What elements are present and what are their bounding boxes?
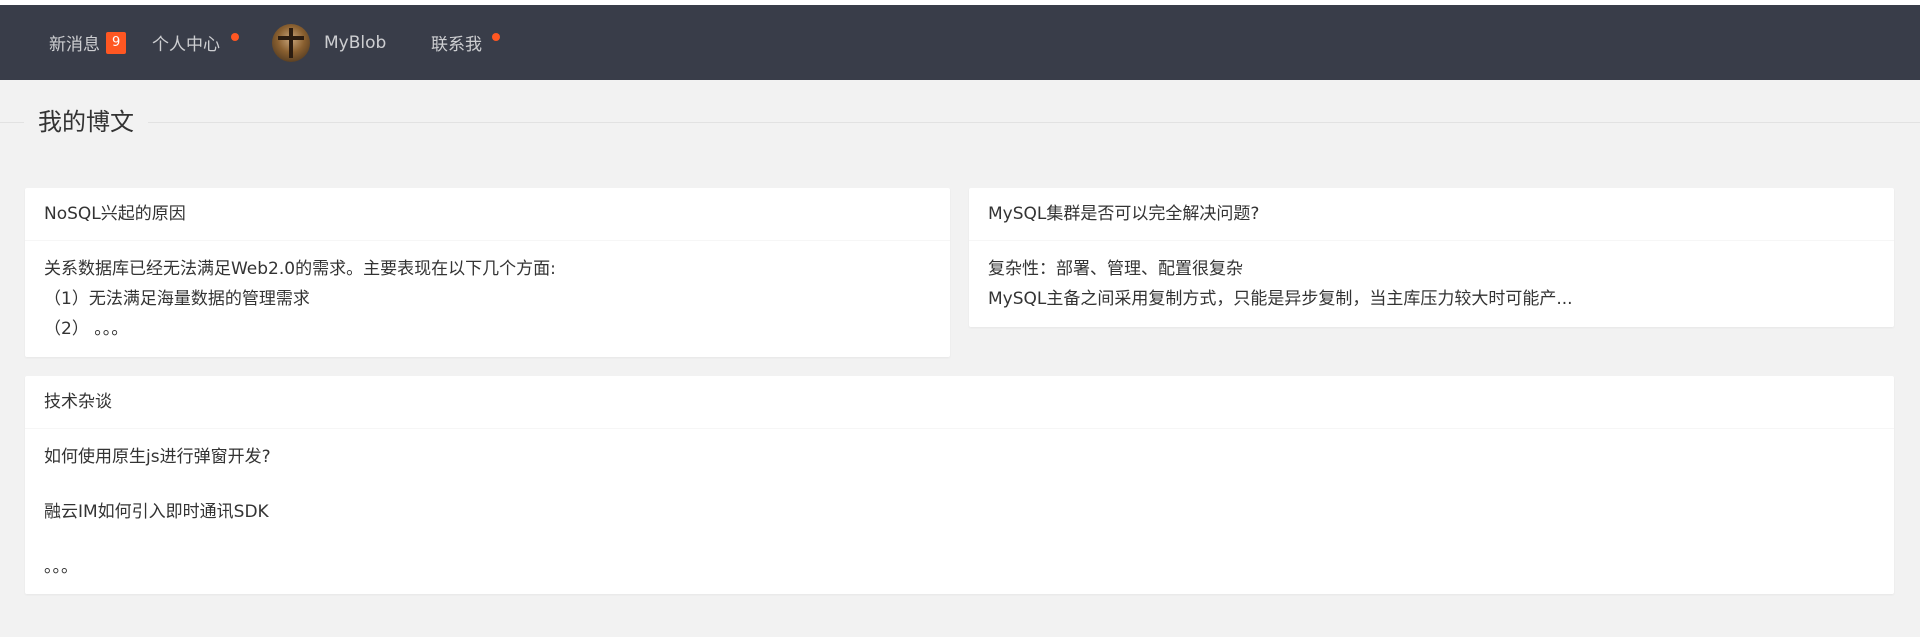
post-link[interactable]: 如何使用原生js进行弹窗开发? xyxy=(44,442,1875,472)
post-card-line: 复杂性：部署、管理、配置很复杂 xyxy=(988,259,1243,279)
section-header: 我的博文 xyxy=(0,103,1920,143)
post-card-mysql[interactable]: MySQL集群是否可以完全解决问题? 复杂性：部署、管理、配置很复杂 MySQL… xyxy=(969,188,1894,327)
nav-messages-label: 新消息 xyxy=(49,35,100,55)
contact-dot-icon xyxy=(492,33,500,41)
post-card-line: （1）无法满足海量数据的管理需求 xyxy=(44,289,310,309)
nav-myblob-label: MyBlob xyxy=(324,32,387,53)
post-card-nosql[interactable]: NoSQL兴起的原因 关系数据库已经无法满足Web2.0的需求。主要表现在以下几… xyxy=(25,188,950,357)
post-card-title[interactable]: NoSQL兴起的原因 xyxy=(25,188,950,241)
post-card-body: 如何使用原生js进行弹窗开发? 融云IM如何引入即时通讯SDK 。。。 xyxy=(25,429,1894,592)
nav-messages[interactable]: 新消息 9 xyxy=(49,5,127,80)
post-link[interactable]: 融云IM如何引入即时通讯SDK xyxy=(44,497,1875,527)
post-card-body: 复杂性：部署、管理、配置很复杂 MySQL主备之间采用复制方式，只能是异步复制，… xyxy=(969,241,1894,324)
personal-center-dot-icon xyxy=(231,33,239,41)
post-card-line: 关系数据库已经无法满足Web2.0的需求。主要表现在以下几个方面: xyxy=(44,259,556,279)
nav-personal-center[interactable]: 个人中心 xyxy=(152,5,220,80)
avatar xyxy=(272,23,310,62)
post-card-line: MySQL主备之间采用复制方式，只能是异步复制，当主库压力较大时可能产... xyxy=(988,289,1573,309)
post-card-title[interactable]: 技术杂谈 xyxy=(25,376,1894,429)
nav-contact-label: 联系我 xyxy=(431,35,482,55)
nav-personal-label: 个人中心 xyxy=(152,35,220,55)
top-navbar: 新消息 9 个人中心 MyBlob 联系我 xyxy=(0,5,1920,80)
nav-contact[interactable]: 联系我 xyxy=(431,5,482,80)
post-card-line: （2） 。。。 xyxy=(44,319,129,339)
section-divider xyxy=(0,122,1920,123)
message-count-badge: 9 xyxy=(106,31,127,54)
page-title: 我的博文 xyxy=(24,103,148,141)
post-card-line: 。。。 xyxy=(44,557,78,577)
post-card-body: 关系数据库已经无法满足Web2.0的需求。主要表现在以下几个方面: （1）无法满… xyxy=(25,241,950,354)
nav-myblob[interactable]: MyBlob xyxy=(272,5,386,80)
post-card-title[interactable]: MySQL集群是否可以完全解决问题? xyxy=(969,188,1894,241)
post-card-tech-talk[interactable]: 技术杂谈 如何使用原生js进行弹窗开发? 融云IM如何引入即时通讯SDK 。。。 xyxy=(25,376,1894,594)
